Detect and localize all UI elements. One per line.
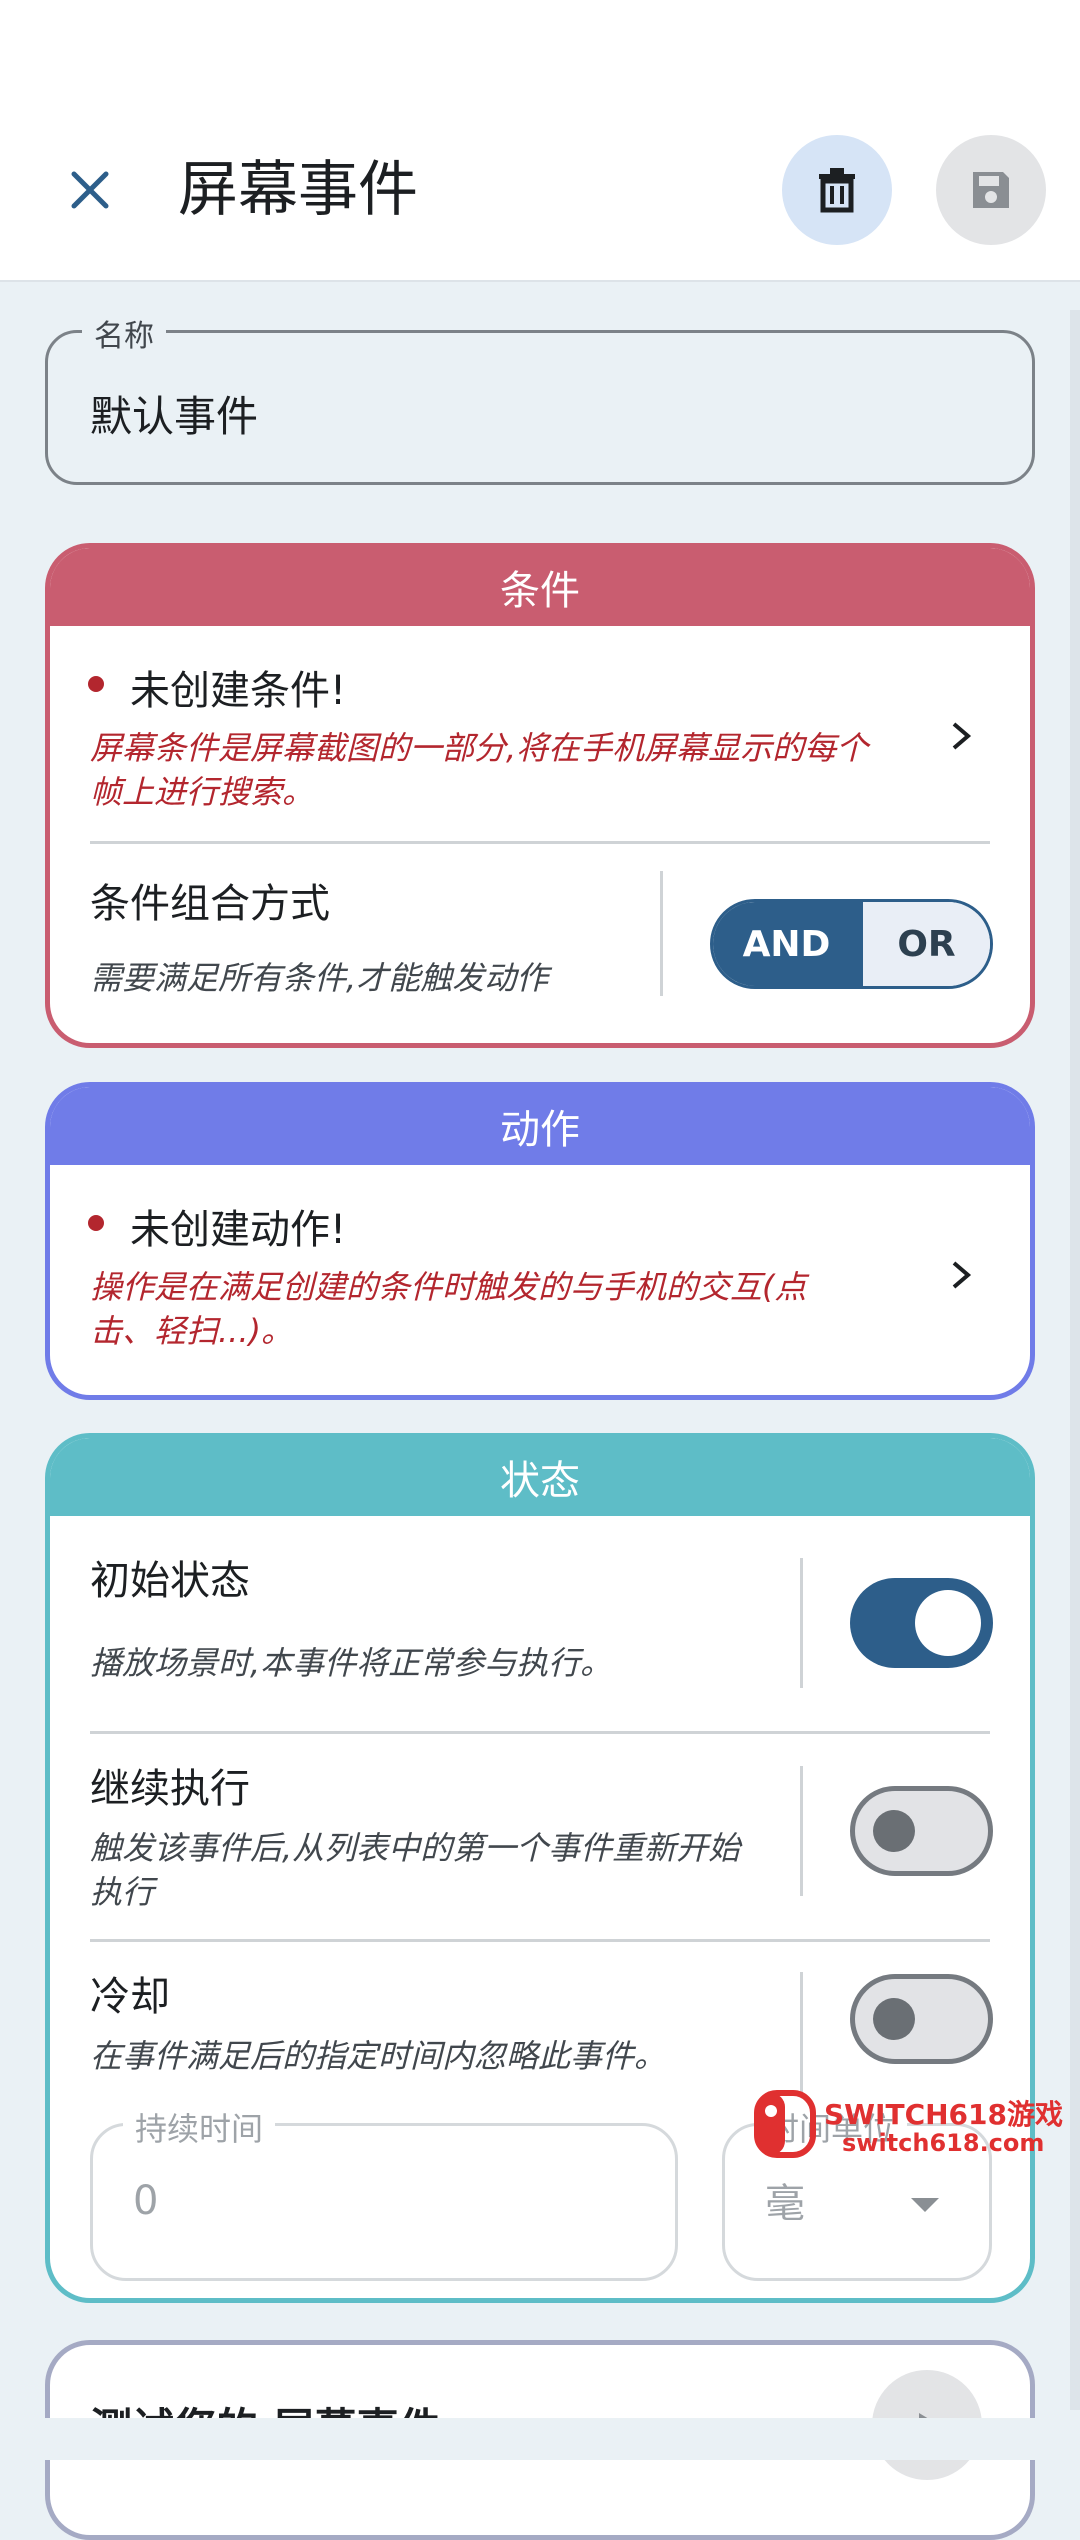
switch-knob (873, 1998, 915, 2040)
trash-icon (819, 168, 855, 213)
vertical-divider (800, 1766, 803, 1896)
conditions-header: 条件 (50, 548, 1030, 626)
dropdown-arrow-icon (911, 2198, 939, 2212)
conditions-warning-row[interactable]: 未创建条件! 屏幕条件是屏幕截图的一部分,将在手机屏幕显示的每个帧上进行搜索。 (50, 626, 1030, 831)
close-button[interactable] (60, 160, 120, 220)
state-card: 状态 初始状态 播放场景时,本事件将正常参与执行。 继续执行 触发该事件后,从列… (45, 1433, 1035, 2303)
watermark-url: switch618.com (842, 2129, 1045, 2157)
switch-knob (915, 1590, 981, 1656)
initial-state-switch[interactable] (850, 1578, 993, 1668)
name-field[interactable]: 名称 默认事件 (45, 311, 1035, 485)
actions-card: 动作 未创建动作! 操作是在满足创建的条件时触发的与手机的交互(点击、轻扫...… (45, 1082, 1035, 1400)
name-field-label: 名称 (82, 311, 166, 355)
cooldown-title: 冷却 (90, 1974, 170, 2020)
watermark-text: SWITCH618游戏 (824, 2098, 1063, 2131)
delete-button[interactable] (782, 135, 892, 245)
cooldown-description: 在事件满足后的指定时间内忽略此事件。 (90, 2037, 667, 2075)
save-button[interactable] (936, 135, 1046, 245)
or-option[interactable]: OR (860, 902, 990, 986)
chevron-right-icon (952, 1261, 972, 1289)
vertical-divider (800, 1972, 803, 2097)
divider (90, 1939, 990, 1942)
top-app-bar: 屏幕事件 (0, 0, 1080, 282)
continue-description: 触发该事件后,从列表中的第一个事件重新开始执行 (90, 1829, 741, 1911)
page-title: 屏幕事件 (178, 155, 418, 225)
vertical-divider (800, 1558, 803, 1688)
initial-state-description: 播放场景时,本事件将正常参与执行。 (90, 1644, 613, 1682)
conditions-warning-description: 屏幕条件是屏幕截图的一部分,将在手机屏幕显示的每个帧上进行搜索。 (90, 729, 869, 811)
scrollbar[interactable] (1070, 310, 1080, 2410)
continue-switch[interactable] (850, 1786, 993, 1876)
duration-value[interactable]: 0 (133, 2178, 158, 2224)
time-unit-value: 毫 (765, 2181, 805, 2227)
divider (90, 841, 990, 844)
conditions-warning-title: 未创建条件! (130, 668, 347, 714)
cooldown-switch[interactable] (850, 1974, 993, 2064)
error-dot-icon (88, 676, 104, 692)
close-icon (71, 171, 109, 209)
and-option[interactable]: AND (713, 902, 860, 986)
state-header: 状态 (50, 1438, 1030, 1516)
switch-logo-icon (754, 2090, 816, 2158)
vertical-divider (660, 871, 663, 996)
operator-toggle[interactable]: AND OR (710, 899, 993, 989)
operator-description: 需要满足所有条件,才能触发动作 (90, 959, 549, 997)
continue-title: 继续执行 (90, 1766, 250, 1812)
operator-title: 条件组合方式 (90, 881, 330, 927)
watermark-logo: SWITCH618游戏 switch618.com (752, 2087, 1067, 2162)
actions-warning-title: 未创建动作! (130, 1207, 347, 1253)
duration-field[interactable]: 持续时间 0 (90, 2104, 678, 2281)
switch-knob (873, 1810, 915, 1852)
save-icon (973, 172, 1009, 208)
name-field-value[interactable]: 默认事件 (90, 383, 258, 444)
duration-label: 持续时间 (123, 2104, 276, 2150)
error-dot-icon (88, 1215, 104, 1231)
divider (90, 1731, 990, 1734)
actions-warning-row[interactable]: 未创建动作! 操作是在满足创建的条件时触发的与手机的交互(点击、轻扫...)。 (50, 1165, 1030, 1390)
initial-state-title: 初始状态 (90, 1558, 250, 1604)
conditions-card: 条件 未创建条件! 屏幕条件是屏幕截图的一部分,将在手机屏幕显示的每个帧上进行搜… (45, 543, 1035, 1048)
chevron-right-icon (952, 722, 972, 750)
actions-header: 动作 (50, 1087, 1030, 1165)
actions-warning-description: 操作是在满足创建的条件时触发的与手机的交互(点击、轻扫...)。 (90, 1268, 807, 1350)
navigation-bar-area (0, 2418, 1080, 2460)
